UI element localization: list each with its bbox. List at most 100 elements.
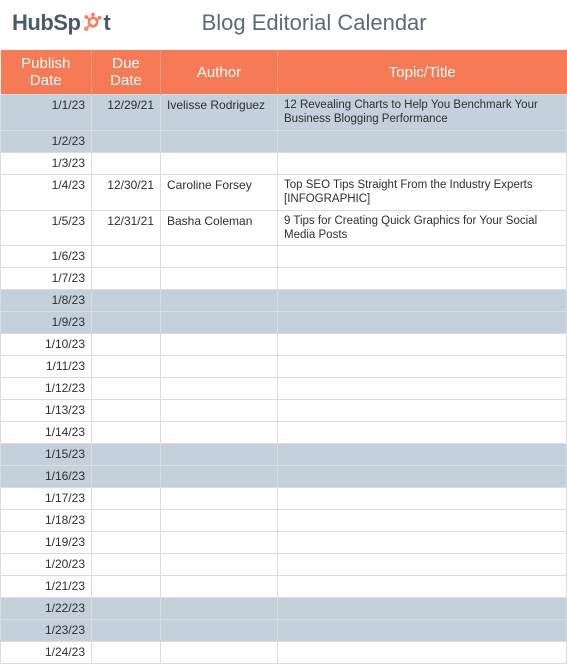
cell-topic[interactable] xyxy=(278,246,567,268)
cell-topic[interactable] xyxy=(278,642,567,664)
cell-due[interactable]: 12/29/21 xyxy=(92,95,161,131)
cell-author[interactable] xyxy=(161,466,278,488)
cell-publish[interactable]: 1/1/23 xyxy=(1,95,92,131)
cell-topic[interactable] xyxy=(278,444,567,466)
cell-due[interactable] xyxy=(92,554,161,576)
cell-topic[interactable]: 12 Revealing Charts to Help You Benchmar… xyxy=(278,95,567,131)
cell-publish[interactable]: 1/19/23 xyxy=(1,532,92,554)
cell-publish[interactable]: 1/12/23 xyxy=(1,378,92,400)
cell-author[interactable] xyxy=(161,576,278,598)
cell-publish[interactable]: 1/20/23 xyxy=(1,554,92,576)
cell-author[interactable] xyxy=(161,130,278,152)
cell-publish[interactable]: 1/13/23 xyxy=(1,400,92,422)
cell-author[interactable] xyxy=(161,268,278,290)
cell-due[interactable] xyxy=(92,246,161,268)
cell-topic[interactable]: Top SEO Tips Straight From the Industry … xyxy=(278,174,567,210)
cell-author[interactable] xyxy=(161,444,278,466)
cell-author[interactable] xyxy=(161,510,278,532)
cell-publish[interactable]: 1/10/23 xyxy=(1,334,92,356)
cell-publish[interactable]: 1/22/23 xyxy=(1,598,92,620)
cell-due[interactable] xyxy=(92,334,161,356)
cell-topic[interactable] xyxy=(278,510,567,532)
cell-author[interactable] xyxy=(161,598,278,620)
cell-author[interactable] xyxy=(161,642,278,664)
cell-topic[interactable] xyxy=(278,488,567,510)
cell-publish[interactable]: 1/14/23 xyxy=(1,422,92,444)
cell-due[interactable] xyxy=(92,130,161,152)
cell-author[interactable]: Caroline Forsey xyxy=(161,174,278,210)
cell-publish[interactable]: 1/6/23 xyxy=(1,246,92,268)
cell-author[interactable] xyxy=(161,554,278,576)
cell-publish[interactable]: 1/4/23 xyxy=(1,174,92,210)
cell-due[interactable] xyxy=(92,466,161,488)
cell-author[interactable] xyxy=(161,422,278,444)
cell-topic[interactable] xyxy=(278,598,567,620)
cell-author[interactable] xyxy=(161,620,278,642)
cell-publish[interactable]: 1/3/23 xyxy=(1,152,92,174)
cell-publish[interactable]: 1/23/23 xyxy=(1,620,92,642)
cell-topic[interactable] xyxy=(278,356,567,378)
cell-due[interactable] xyxy=(92,400,161,422)
cell-author[interactable] xyxy=(161,356,278,378)
cell-topic[interactable] xyxy=(278,152,567,174)
cell-topic[interactable] xyxy=(278,532,567,554)
cell-due[interactable] xyxy=(92,598,161,620)
cell-author[interactable] xyxy=(161,400,278,422)
cell-topic[interactable] xyxy=(278,576,567,598)
cell-due[interactable] xyxy=(92,312,161,334)
cell-due[interactable] xyxy=(92,488,161,510)
cell-due[interactable] xyxy=(92,532,161,554)
cell-publish[interactable]: 1/8/23 xyxy=(1,290,92,312)
cell-due[interactable] xyxy=(92,290,161,312)
cell-due[interactable] xyxy=(92,422,161,444)
cell-topic[interactable] xyxy=(278,466,567,488)
cell-publish[interactable]: 1/21/23 xyxy=(1,576,92,598)
cell-publish[interactable]: 1/15/23 xyxy=(1,444,92,466)
cell-topic[interactable] xyxy=(278,334,567,356)
cell-author[interactable] xyxy=(161,152,278,174)
cell-due[interactable]: 12/31/21 xyxy=(92,210,161,246)
cell-publish[interactable]: 1/2/23 xyxy=(1,130,92,152)
cell-author[interactable]: Ivelisse Rodriguez xyxy=(161,95,278,131)
cell-author[interactable] xyxy=(161,246,278,268)
cell-due[interactable] xyxy=(92,378,161,400)
cell-publish[interactable]: 1/9/23 xyxy=(1,312,92,334)
cell-publish[interactable]: 1/24/23 xyxy=(1,642,92,664)
cell-topic[interactable] xyxy=(278,268,567,290)
cell-publish[interactable]: 1/18/23 xyxy=(1,510,92,532)
cell-publish[interactable]: 1/7/23 xyxy=(1,268,92,290)
cell-author[interactable] xyxy=(161,488,278,510)
cell-publish[interactable]: 1/17/23 xyxy=(1,488,92,510)
cell-topic[interactable] xyxy=(278,290,567,312)
cell-topic[interactable] xyxy=(278,378,567,400)
cell-topic[interactable] xyxy=(278,422,567,444)
cell-due[interactable] xyxy=(92,642,161,664)
cell-topic[interactable] xyxy=(278,312,567,334)
table-row: 1/19/23 xyxy=(1,532,567,554)
cell-due[interactable] xyxy=(92,444,161,466)
cell-publish[interactable]: 1/11/23 xyxy=(1,356,92,378)
cell-topic[interactable] xyxy=(278,400,567,422)
cell-topic[interactable] xyxy=(278,554,567,576)
table-row: 1/1/2312/29/21Ivelisse Rodriguez12 Revea… xyxy=(1,95,567,131)
cell-topic[interactable] xyxy=(278,130,567,152)
cell-topic[interactable]: 9 Tips for Creating Quick Graphics for Y… xyxy=(278,210,567,246)
cell-author[interactable] xyxy=(161,334,278,356)
cell-due[interactable] xyxy=(92,268,161,290)
cell-due[interactable] xyxy=(92,620,161,642)
cell-publish[interactable]: 1/5/23 xyxy=(1,210,92,246)
cell-author[interactable] xyxy=(161,312,278,334)
cell-due[interactable]: 12/30/21 xyxy=(92,174,161,210)
col-author: Author xyxy=(161,50,278,95)
cell-due[interactable] xyxy=(92,152,161,174)
cell-due[interactable] xyxy=(92,576,161,598)
table-row: 1/16/23 xyxy=(1,466,567,488)
cell-publish[interactable]: 1/16/23 xyxy=(1,466,92,488)
cell-author[interactable] xyxy=(161,532,278,554)
cell-author[interactable]: Basha Coleman xyxy=(161,210,278,246)
cell-due[interactable] xyxy=(92,356,161,378)
cell-topic[interactable] xyxy=(278,620,567,642)
cell-author[interactable] xyxy=(161,290,278,312)
cell-due[interactable] xyxy=(92,510,161,532)
cell-author[interactable] xyxy=(161,378,278,400)
